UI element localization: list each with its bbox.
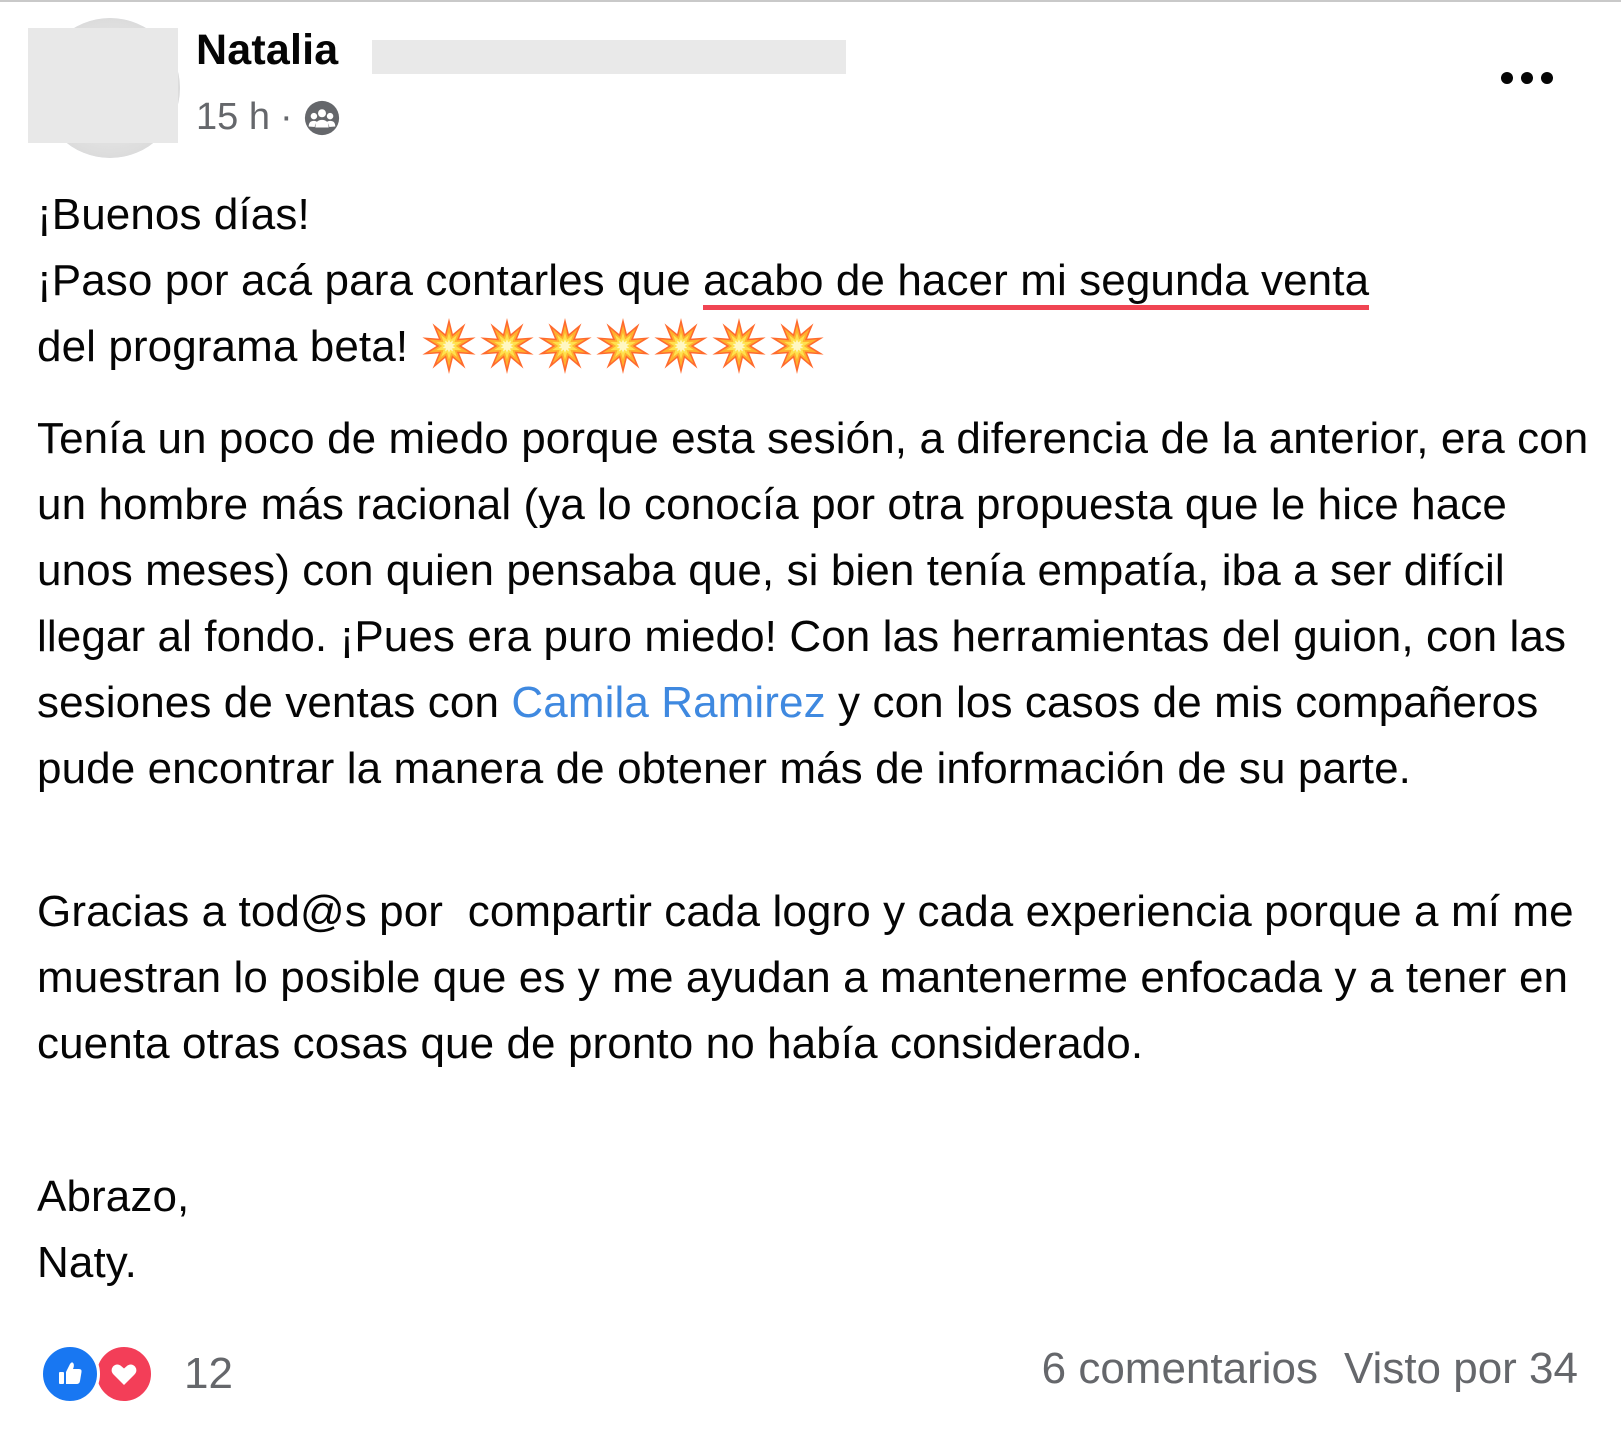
collision-emoji: [654, 317, 709, 375]
post-paragraph-3: Gracias a tod@s por compartir cada logro…: [37, 879, 1592, 1077]
body-text: Gracias a tod@s por compartir cada logro…: [37, 887, 1586, 1068]
like-icon: [40, 1344, 100, 1404]
seen-by-link[interactable]: Visto por 34: [1344, 1344, 1578, 1394]
collision-emoji: [480, 317, 535, 375]
avatar-redaction: [28, 28, 178, 143]
collision-emoji: [770, 317, 825, 375]
emoji-row: [420, 317, 826, 375]
body-text: del programa beta!: [37, 322, 421, 371]
author-name[interactable]: Natalia: [196, 26, 338, 75]
closing-text: Abrazo,: [37, 1172, 190, 1221]
post-paragraph-1: ¡Buenos días! ¡Paso por acá para contarl…: [37, 182, 1592, 380]
post-meta: 15 h ·: [196, 96, 341, 139]
collision-emoji: [712, 317, 767, 375]
name-redaction: [372, 40, 846, 74]
comments-count-link[interactable]: 6 comentarios: [1042, 1344, 1318, 1394]
post-paragraph-2: Tenía un poco de miedo porque esta sesió…: [37, 406, 1592, 802]
body-text: ¡Paso por acá para contarles que: [37, 256, 704, 305]
collision-emoji: [596, 317, 651, 375]
post-stats: 6 comentarios Visto por 34: [1042, 1344, 1578, 1394]
reaction-count[interactable]: 12: [184, 1349, 233, 1399]
reactions-summary[interactable]: 12: [40, 1342, 233, 1406]
highlighted-text: acabo de hacer mi segunda venta: [703, 256, 1370, 310]
meta-separator: ·: [279, 96, 293, 138]
signature-text: Naty.: [37, 1238, 137, 1287]
collision-emoji: [538, 317, 593, 375]
user-mention-link[interactable]: Camila Ramirez: [511, 678, 825, 727]
collision-emoji: [422, 317, 477, 375]
post-paragraph-4: Abrazo, Naty.: [37, 1164, 1592, 1296]
more-options-icon: [1501, 72, 1553, 84]
more-options-button[interactable]: [1492, 58, 1562, 98]
greeting-text: ¡Buenos días!: [37, 190, 310, 239]
group-icon: [304, 100, 339, 135]
facebook-post: Natalia 15 h · ¡Buenos días! ¡Paso por a…: [0, 0, 1621, 1439]
love-icon: [94, 1344, 154, 1404]
post-timestamp[interactable]: 15 h: [196, 96, 270, 139]
